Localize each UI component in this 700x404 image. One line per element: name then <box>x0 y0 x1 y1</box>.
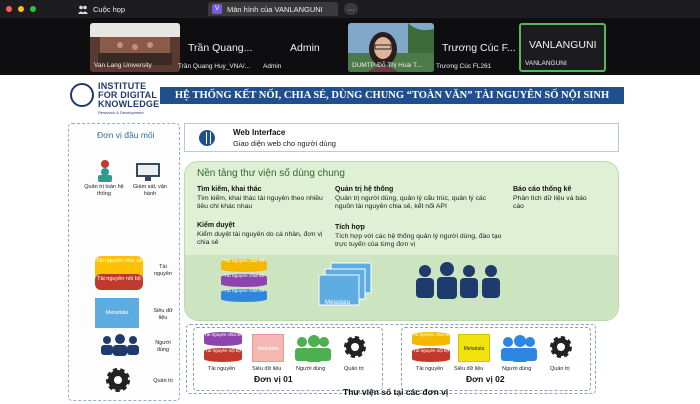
unit01-users-icon <box>295 335 331 362</box>
unit01-manage-label: Quản trị <box>344 366 364 372</box>
tab-screen-share-label: Màn hình của VANLANGUNI <box>227 4 323 14</box>
globe-icon <box>199 130 215 146</box>
participant-2-name: Trần Quang... <box>188 42 253 54</box>
admin-gear-icon <box>98 160 112 182</box>
unit01-resources-label: Tài nguyên <box>208 366 236 372</box>
institute-logo-text: INSTITUTE FOR DIGITAL KNOWLEDGE <box>98 81 160 109</box>
feature-moderation-text: Kiểm duyệt tài nguyên do cá nhân, đơn vị… <box>197 231 323 246</box>
unit02-metadata-label: Siêu dữ liệu <box>454 366 484 372</box>
more-icon: ··· <box>347 4 355 14</box>
platform-users-icon <box>416 262 500 299</box>
unit-libraries-panel: Tài nguyên chia sẻ Tài nguyên nội bộ Met… <box>186 324 596 394</box>
feature-search-text: Tìm kiếm, khai thác tài nguyên theo nhiề… <box>197 195 323 210</box>
unit-01-box: Tài nguyên chia sẻ Tài nguyên nội bộ Met… <box>193 327 383 391</box>
feature-report-text: Phân tích dữ liệu và báo cáo <box>513 195 587 210</box>
unit01-metadata-label: Siêu dữ liệu <box>252 366 282 372</box>
unit02-gear-icon <box>550 336 572 358</box>
unit-libraries-caption: Thư viện số tại các đơn vị <box>343 387 449 397</box>
active-participant-name: VANLANGUNI <box>529 39 597 51</box>
participant-2-caption: Trần Quang Huy_VNA/... <box>178 63 251 70</box>
institute-logo-icon <box>70 83 94 107</box>
admin-label: Quản trị toàn hệ thống <box>84 184 124 197</box>
users-group-icon <box>101 334 139 356</box>
web-interface-box: Web Interface Giao diện web cho người dù… <box>184 123 619 152</box>
participant-5-caption: Trương Cúc FL261 <box>436 63 492 70</box>
feature-admin-text: Quản trị người dùng, quản lý cấu trúc, q… <box>335 195 487 210</box>
participant-3-name: Admin <box>290 42 320 54</box>
unit01-db-shared: Tài nguyên chia sẻ <box>204 332 242 346</box>
unit02-db-internal: Tài nguyên nội bộ <box>412 348 450 362</box>
platform-db-3: Tài nguyên chia sẻ <box>221 289 267 302</box>
focal-unit-panel: Đơn vị đầu mối Quản trị toàn hệ thống Gi… <box>68 123 180 401</box>
monitor-icon <box>136 163 160 181</box>
tab-screen-share[interactable]: V Màn hình của VANLANGUNI <box>208 2 338 16</box>
feature-admin-head: Quản trị hệ thống <box>335 186 394 193</box>
zoom-window-button[interactable] <box>30 6 36 12</box>
left-resources-label: Tài nguyên <box>153 264 173 277</box>
left-db-shared-label: Tài nguyên chia sẻ <box>95 258 143 264</box>
gear-icon <box>106 368 130 392</box>
feature-moderation-head: Kiểm duyệt <box>197 222 235 229</box>
window-titlebar: Cuộc họp V Màn hình của VANLANGUNI ··· <box>0 0 700 18</box>
unit01-name: Đơn vị 01 <box>254 374 293 384</box>
platform-metadata-label: Metadata <box>325 300 351 306</box>
web-interface-subtitle: Giao diện web cho người dùng <box>233 139 336 148</box>
unit02-db-shared: Tài nguyên chia sẻ <box>412 332 450 346</box>
unit02-manage-label: Quản trị <box>550 366 570 372</box>
participant-5-name: Trương Cúc F... <box>442 42 516 54</box>
platform-title: Nền tảng thư viện số dùng chung <box>197 168 345 179</box>
unit01-metadata: Metadata <box>252 334 284 362</box>
feature-report-head: Báo cáo thống kê <box>513 186 572 193</box>
unit01-gear-icon <box>344 336 366 358</box>
metadata-caption: Siêu dữ liệu <box>153 308 173 321</box>
active-participant-caption: VANLANGUNI <box>525 60 567 67</box>
left-metadata-label: Metadata <box>105 310 129 316</box>
unit01-db-internal: Tài nguyên nội bộ <box>204 348 242 362</box>
unit-02-box: Tài nguyên chia sẻ Tài nguyên nội bộ Met… <box>401 327 591 391</box>
platform-db-1: Tài nguyên chia sẻ <box>221 259 267 272</box>
feature-integration-text: Tích hợp với các hệ thống quản lý người … <box>335 233 502 248</box>
participants-strip: Van Lang University Trần Quang... Trần Q… <box>0 18 700 75</box>
feature-integration-head: Tích hợp <box>335 224 365 231</box>
tab-meeting-label: Cuộc họp <box>93 4 126 14</box>
shared-slide: INSTITUTE FOR DIGITAL KNOWLEDGE Research… <box>58 75 638 404</box>
platform-resource-bar: Tài nguyên chia sẻ Tài nguyên chia sẻ Tà… <box>185 255 618 320</box>
institute-logo-subtitle: Research & Development <box>98 110 144 115</box>
manage-label: Quản trị <box>153 378 173 384</box>
unit02-name: Đơn vị 02 <box>466 374 505 384</box>
left-db-internal-label: Tài nguyên nội bộ <box>97 276 141 282</box>
minimize-window-button[interactable] <box>18 6 24 12</box>
unit02-resources-label: Tài nguyên <box>416 366 444 372</box>
close-window-button[interactable] <box>6 6 12 12</box>
users-label: Người dùng <box>155 340 171 353</box>
participant-1-caption: Van Lang University <box>94 62 152 69</box>
participant-3-caption: Admin <box>263 63 282 70</box>
slide-margin-right <box>638 75 700 404</box>
participant-tile-1[interactable]: Van Lang University <box>90 23 180 72</box>
unit02-users-icon <box>501 335 537 362</box>
web-interface-title: Web Interface <box>233 128 286 137</box>
participant-tile-4[interactable]: DUMTP-Đỗ Thị Hoài T... <box>348 23 434 72</box>
unit02-users-label: Người dùng <box>502 366 532 372</box>
unit02-metadata: Metadata <box>458 334 490 362</box>
slide-title-banner: HỆ THỐNG KẾT NỐI, CHIA SẺ, DÙNG CHUNG “T… <box>160 87 624 104</box>
unit01-users-label: Người dùng <box>296 366 326 372</box>
focal-unit-title: Đơn vị đầu mối <box>97 130 155 140</box>
vanlang-badge-icon: V <box>212 4 222 14</box>
feature-search-head: Tìm kiếm, khai thác <box>197 186 262 193</box>
shared-library-platform: Nền tảng thư viện số dùng chung Tìm kiếm… <box>184 161 619 321</box>
more-options-button[interactable]: ··· <box>344 3 358 15</box>
tab-meeting[interactable]: Cuộc họp <box>78 2 125 16</box>
participant-4-caption: DUMTP-Đỗ Thị Hoài T... <box>352 62 422 69</box>
platform-db-2: Tài nguyên chia sẻ <box>221 274 267 287</box>
participant-tile-active[interactable]: VANLANGUNI VANLANGUNI <box>519 23 606 72</box>
monitor-label: Giám sát, vận hành <box>133 184 167 197</box>
people-icon <box>78 5 88 14</box>
